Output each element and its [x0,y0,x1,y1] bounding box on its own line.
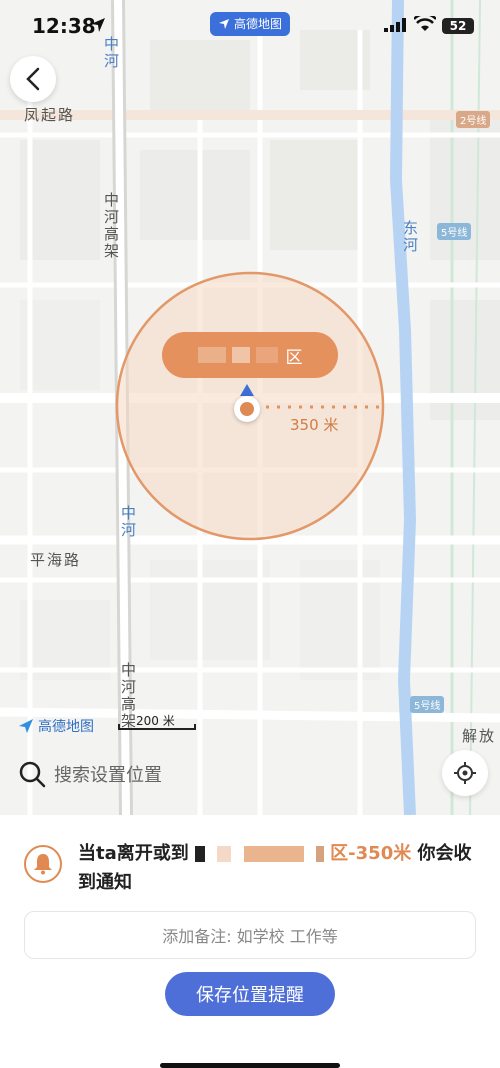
location-pin[interactable] [234,396,260,422]
road-label-zhonghe-top: 中河 [102,36,120,70]
search-icon [19,761,46,788]
map-scale: 200 米 [118,712,196,730]
app-badge-label: 高德地图 [233,17,282,31]
redacted-block [243,846,304,862]
notice-text: 当ta离开或到 区-350米 你会收到通知 [78,839,478,897]
redacted-block [197,347,226,363]
note-input[interactable]: 添加备注: 如学校 工作等 [24,911,476,959]
amap-logo-icon [19,719,33,733]
redacted-block [217,846,232,862]
crosshair-icon [454,762,476,784]
redacted-block [315,846,324,862]
signal-icon [384,18,406,32]
road-label-zhonghe-elevated: 中河高架 [102,192,120,260]
save-reminder-button[interactable]: 保存位置提醒 [165,972,335,1016]
metro-badge-line5-bottom: 5号线 [410,696,445,713]
road-label-zhonghe-mid: 中河 [119,505,137,539]
app-badge[interactable]: 高德地图 [210,12,290,36]
status-bar: 12:38 高德地图 52 [0,0,500,52]
place-name-suffix: 区 [285,347,303,368]
road-label-donghe: 东河 [401,220,419,254]
bottom-sheet: 当ta离开或到 区-350米 你会收到通知 添加备注: 如学校 工作等 保存位置… [0,815,500,1068]
status-time: 12:38 [32,14,96,38]
scale-bar [118,724,196,730]
bell-badge [24,845,62,883]
road-label-pinghai: 平海路 [30,551,82,569]
road-label-fengqi: 凤起路 [24,106,76,124]
notice-highlight: 区-350米 [330,843,412,864]
map-logo: 高德地图 [18,716,94,736]
direction-arrow-icon [240,384,254,396]
map-logo-text: 高德地图 [38,719,94,735]
search-bar[interactable]: 搜索设置位置 [18,752,162,796]
battery-indicator: 52 [442,18,474,34]
radius-label: 350 米 [290,416,339,434]
redacted-block [195,846,206,862]
home-indicator [160,1063,340,1068]
location-arrow-icon [91,18,105,32]
back-button[interactable] [10,56,56,102]
place-name-bubble[interactable]: 区 [162,332,338,378]
navigation-icon [218,19,229,29]
map-view[interactable]: 12:38 高德地图 52 凤起路 中河 中河高架 中河 中河高架 东河 平海路… [0,0,500,815]
metro-badge-line2: 2号线 [456,111,491,128]
wifi-icon [414,16,436,31]
bell-icon [34,854,52,875]
redacted-block [255,347,278,363]
search-placeholder[interactable]: 搜索设置位置 [54,761,162,787]
chevron-left-icon [26,67,40,91]
locate-button[interactable] [442,750,488,796]
road-label-jiefang: 解放 [462,727,497,745]
redacted-block [231,347,250,363]
metro-badge-line5-top: 5号线 [437,223,472,240]
pin-core [240,402,254,416]
notice-prefix: 当ta离开或到 [78,843,189,864]
